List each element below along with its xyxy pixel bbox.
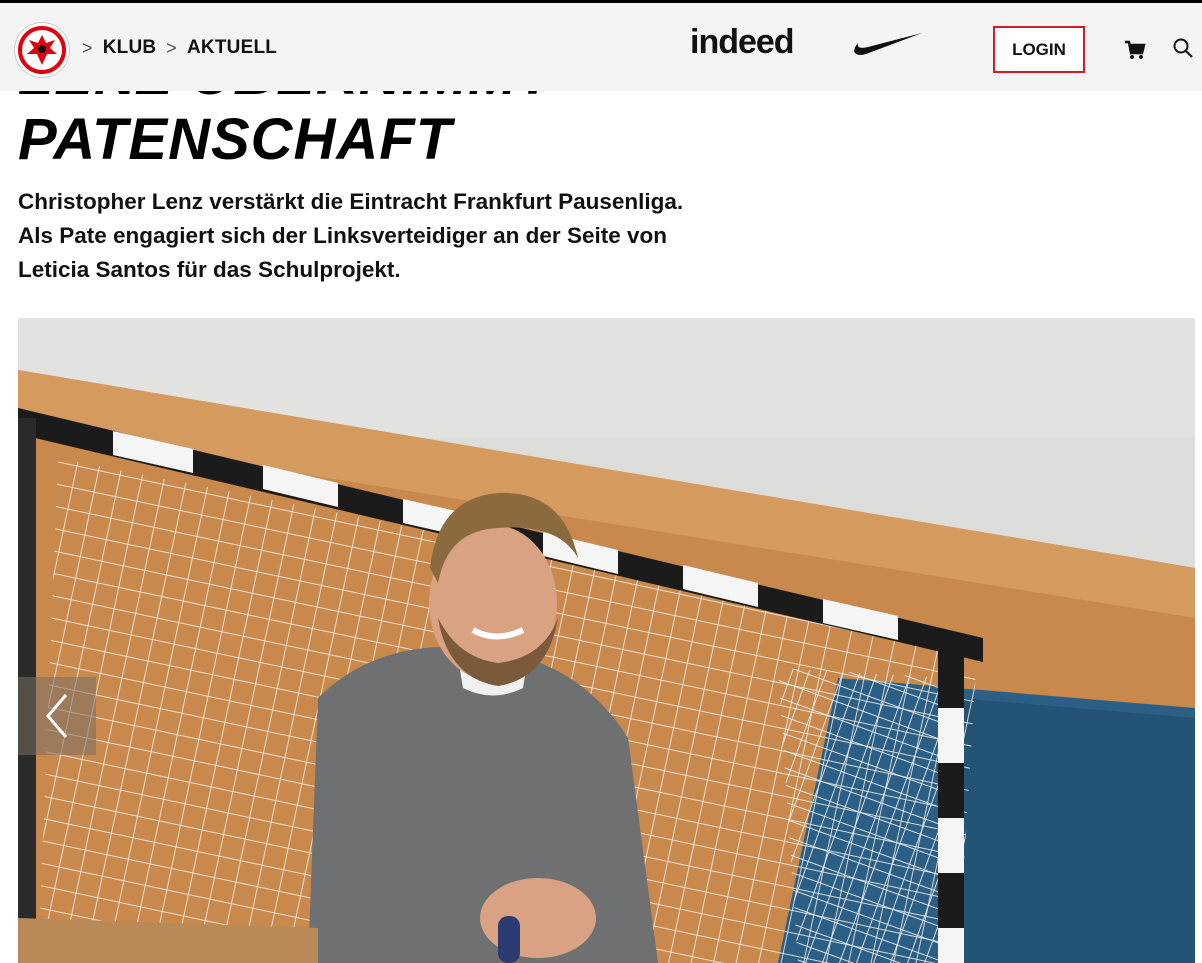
page: LENZ ÜBERNIMMT PATENSCHAFT Christopher L… — [0, 0, 1202, 963]
gallery-prev-button[interactable] — [18, 677, 96, 755]
article-title: PATENSCHAFT — [18, 107, 453, 172]
lead-line: Als Pate engagiert sich der Linksverteid… — [18, 223, 667, 248]
chevron-left-icon — [46, 694, 68, 738]
sponsor-indeed-logo[interactable]: indeed — [690, 23, 795, 62]
nike-swoosh-icon[interactable] — [852, 31, 924, 57]
breadcrumb: > KLUB > AKTUELL — [82, 37, 277, 59]
lead-line: Christopher Lenz verstärkt die Eintracht… — [18, 189, 684, 214]
photo-illustration — [18, 318, 1195, 963]
eagle-crest-icon — [22, 30, 62, 70]
breadcrumb-separator: > — [82, 37, 93, 58]
breadcrumb-aktuell[interactable]: AKTUELL — [187, 37, 277, 59]
article-lead: Christopher Lenz verstärkt die Eintracht… — [18, 185, 838, 287]
breadcrumb-separator: > — [166, 37, 178, 58]
cart-icon[interactable] — [1124, 39, 1146, 61]
breadcrumb-klub[interactable]: KLUB — [103, 37, 157, 59]
search-icon[interactable] — [1172, 37, 1194, 59]
lead-line: Leticia Santos für das Schulprojekt. — [18, 257, 401, 282]
article-photo — [18, 318, 1195, 963]
login-button[interactable]: LOGIN — [993, 26, 1085, 73]
club-crest-link[interactable] — [15, 23, 69, 77]
top-navigation: > KLUB > AKTUELL indeed LOGIN — [0, 0, 1202, 91]
